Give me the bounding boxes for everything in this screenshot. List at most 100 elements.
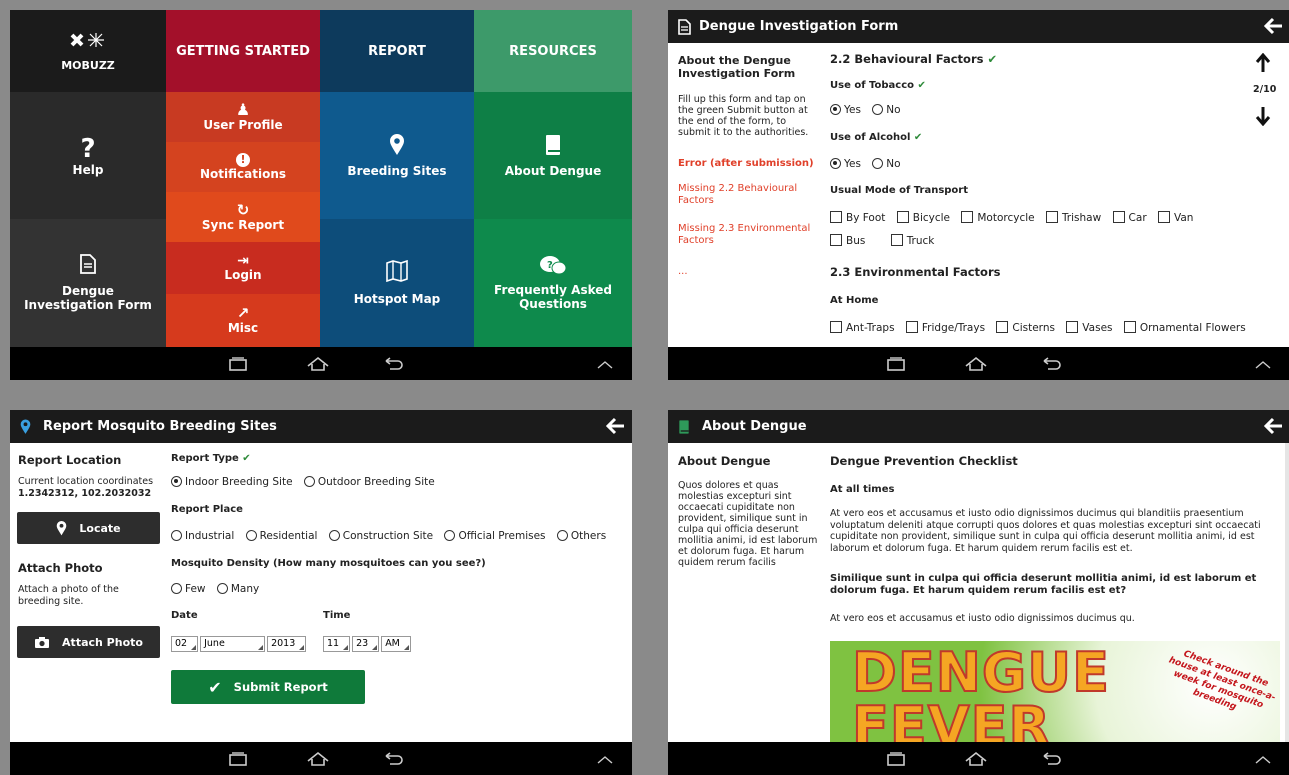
transport-checkbox[interactable]: Van bbox=[1157, 211, 1193, 224]
indoor-label: Indoor Breeding Site bbox=[185, 476, 293, 488]
density-few-radio[interactable]: Few bbox=[171, 583, 206, 595]
alcohol-no-radio[interactable]: No bbox=[872, 158, 901, 170]
back-arrow-icon[interactable] bbox=[1264, 416, 1284, 436]
about-dengue-label: About Dengue bbox=[504, 163, 602, 178]
outdoor-radio[interactable]: Outdoor Breeding Site bbox=[303, 476, 435, 488]
home-item-checkbox[interactable]: Ornamental Flowers bbox=[1123, 321, 1246, 334]
about-dengue-tile[interactable]: About Dengue bbox=[474, 92, 632, 219]
faq-tile[interactable]: ? Frequently Asked Questions bbox=[474, 219, 632, 347]
home-icon[interactable] bbox=[305, 354, 331, 374]
form-side-text: Fill up this form and tap on the green S… bbox=[678, 94, 809, 138]
coords-label: Current location coordinates bbox=[18, 476, 154, 487]
date-month-select[interactable]: June bbox=[200, 636, 266, 652]
notifications-tile[interactable]: ! Notifications bbox=[166, 142, 320, 192]
investigation-form-screen: Dengue Investigation Form About the Deng… bbox=[668, 10, 1289, 380]
user-profile-tile[interactable]: ♟ User Profile bbox=[166, 92, 320, 142]
alcohol-yes-radio[interactable]: Yes bbox=[830, 158, 861, 170]
error-link-environmental[interactable]: Missing 2.3 Environmental Factors bbox=[678, 223, 813, 247]
place-label: Industrial bbox=[185, 530, 235, 542]
density-many-radio[interactable]: Many bbox=[216, 583, 259, 595]
place-radio[interactable]: Industrial bbox=[171, 530, 234, 542]
breeding-sites-tile[interactable]: Breeding Sites bbox=[320, 92, 474, 219]
back-arrow-icon[interactable] bbox=[606, 416, 626, 436]
date-day-select[interactable]: 02 bbox=[171, 636, 199, 652]
outdoor-label: Outdoor Breeding Site bbox=[317, 476, 435, 488]
home-icon[interactable] bbox=[305, 749, 331, 769]
section-23-title: 2.3 Environmental Factors bbox=[830, 265, 1001, 279]
arrow-down-icon[interactable] bbox=[1255, 106, 1271, 126]
place-radio[interactable]: Construction Site bbox=[328, 530, 433, 542]
transport-checkbox[interactable]: Truck bbox=[890, 234, 934, 247]
check-icon: ✔ bbox=[917, 80, 926, 91]
sync-report-tile[interactable]: ↻ Sync Report bbox=[166, 192, 320, 242]
paragraph-1: At vero eos et accusamus et iusto odio d… bbox=[830, 508, 1261, 554]
breeding-sites-label: Breeding Sites bbox=[347, 163, 447, 178]
dengue-form-tile[interactable]: Dengue Investigation Form bbox=[10, 219, 166, 347]
chevron-up-icon[interactable] bbox=[1250, 354, 1276, 374]
place-radio[interactable]: Others bbox=[556, 530, 606, 542]
scrollbar-track[interactable] bbox=[1285, 443, 1289, 743]
user-icon: ♟ bbox=[235, 100, 251, 119]
report-type-options: Indoor Breeding Site Outdoor Breeding Si… bbox=[171, 476, 443, 488]
time-minute-select[interactable]: 23 bbox=[352, 636, 380, 652]
check-icon: ✔ bbox=[208, 677, 222, 697]
home-item-checkbox[interactable]: Fridge/Trays bbox=[905, 321, 985, 334]
recent-apps-icon[interactable] bbox=[225, 354, 251, 374]
date-year-select[interactable]: 2013 bbox=[267, 636, 307, 652]
section-22-label: 2.2 Behavioural Factors bbox=[830, 52, 984, 66]
book-icon bbox=[679, 419, 689, 434]
recent-apps-icon[interactable] bbox=[883, 354, 909, 374]
back-arrow-icon[interactable] bbox=[1264, 16, 1284, 36]
transport-checkbox[interactable]: By Foot bbox=[830, 211, 885, 224]
transport-checkbox[interactable]: Bus bbox=[830, 234, 865, 247]
attach-photo-text: Attach a photo of the breeding site. bbox=[18, 584, 119, 607]
chevron-up-icon[interactable] bbox=[592, 354, 618, 374]
home-item-checkbox[interactable]: Cisterns bbox=[996, 321, 1055, 334]
back-icon[interactable] bbox=[1038, 749, 1064, 769]
error-link-behavioural[interactable]: Missing 2.2 Behavioural Factors bbox=[678, 183, 813, 207]
submit-report-button[interactable]: ✔ Submit Report bbox=[171, 670, 365, 704]
about-dengue-screen: About Dengue About Dengue Quos dolores e… bbox=[668, 410, 1289, 775]
transport-row-2: Bus Truck bbox=[830, 234, 942, 247]
time-ampm-select[interactable]: AM bbox=[381, 636, 411, 652]
transport-checkbox[interactable]: Bicycle bbox=[896, 211, 950, 224]
home-item-checkbox[interactable]: Vases bbox=[1066, 321, 1113, 334]
transport-checkbox[interactable]: Motorcycle bbox=[961, 211, 1035, 224]
chevron-up-icon[interactable] bbox=[592, 749, 618, 769]
login-tile[interactable]: ⇥ Login bbox=[166, 242, 320, 294]
recent-apps-icon[interactable] bbox=[225, 749, 251, 769]
arrow-up-icon[interactable] bbox=[1255, 53, 1271, 73]
report-type-text: Report Type bbox=[171, 453, 239, 464]
submit-report-label: Submit Report bbox=[233, 680, 328, 694]
home-item-label: Cisterns bbox=[1012, 322, 1055, 334]
tobacco-yes-radio[interactable]: Yes bbox=[830, 104, 861, 116]
map-pin-icon bbox=[57, 520, 67, 535]
map-icon bbox=[386, 260, 408, 282]
time-hour-select[interactable]: 11 bbox=[323, 636, 351, 652]
transport-checkbox[interactable]: Car bbox=[1112, 211, 1147, 224]
chevron-up-icon[interactable] bbox=[1250, 749, 1276, 769]
tobacco-no-radio[interactable]: No bbox=[872, 104, 901, 116]
home-icon[interactable] bbox=[963, 354, 989, 374]
back-icon[interactable] bbox=[1038, 354, 1064, 374]
indoor-radio[interactable]: Indoor Breeding Site bbox=[171, 476, 293, 488]
attach-photo-button[interactable]: Attach Photo bbox=[17, 626, 160, 658]
report-app-bar: Report Mosquito Breeding Sites bbox=[10, 410, 632, 443]
no-label: No bbox=[886, 158, 901, 170]
transport-checkbox[interactable]: Trishaw bbox=[1045, 211, 1101, 224]
locate-button[interactable]: Locate bbox=[17, 512, 160, 544]
place-radio[interactable]: Official Premises bbox=[444, 530, 546, 542]
check-icon: ✔ bbox=[987, 52, 998, 66]
misc-tile[interactable]: ↗ Misc bbox=[166, 294, 320, 347]
paragraph-3: At vero eos et accusamus et iusto odio d… bbox=[830, 613, 1135, 624]
home-item-checkbox[interactable]: Ant-Traps bbox=[830, 321, 895, 334]
help-tile[interactable]: ? Help bbox=[10, 92, 166, 219]
back-icon[interactable] bbox=[380, 354, 406, 374]
recent-apps-icon[interactable] bbox=[883, 749, 909, 769]
place-radio[interactable]: Residential bbox=[245, 530, 317, 542]
error-title: Error (after submission) bbox=[678, 158, 814, 169]
transport-row-1: By Foot Bicycle Motorcycle Trishaw Car V… bbox=[830, 211, 1201, 224]
hotspot-map-tile[interactable]: Hotspot Map bbox=[320, 219, 474, 347]
back-icon[interactable] bbox=[380, 749, 406, 769]
home-icon[interactable] bbox=[963, 749, 989, 769]
